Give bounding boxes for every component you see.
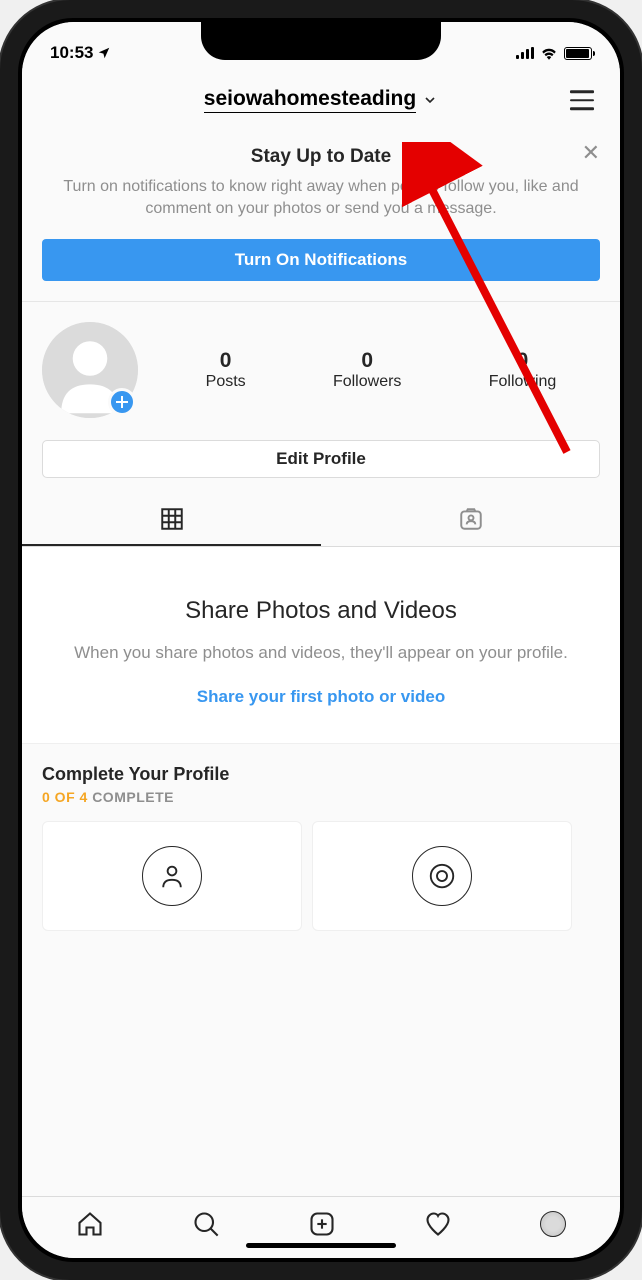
grid-icon bbox=[159, 506, 185, 532]
banner-title: Stay Up to Date bbox=[42, 146, 600, 168]
complete-profile-title: Complete Your Profile bbox=[42, 764, 600, 785]
chevron-down-icon bbox=[422, 92, 438, 108]
complete-profile-progress: 0 OF 4 COMPLETE bbox=[42, 789, 600, 805]
profile-header: seiowahomesteading bbox=[22, 72, 620, 128]
tab-grid[interactable] bbox=[22, 494, 321, 546]
edit-profile-button[interactable]: Edit Profile bbox=[42, 440, 600, 478]
camera-circle-icon bbox=[412, 846, 472, 906]
empty-title: Share Photos and Videos bbox=[52, 597, 590, 625]
empty-posts-state: Share Photos and Videos When you share p… bbox=[22, 547, 620, 743]
wifi-icon bbox=[540, 46, 558, 60]
home-icon bbox=[76, 1210, 104, 1238]
location-arrow-icon bbox=[97, 46, 111, 60]
add-photo-badge[interactable] bbox=[108, 388, 136, 416]
nav-search[interactable] bbox=[184, 1202, 228, 1246]
tab-tagged[interactable] bbox=[321, 494, 620, 546]
battery-icon bbox=[564, 47, 592, 60]
hamburger-menu-button[interactable] bbox=[566, 86, 598, 114]
home-indicator[interactable] bbox=[246, 1243, 396, 1248]
search-icon bbox=[192, 1210, 220, 1238]
nav-profile[interactable] bbox=[532, 1203, 574, 1245]
notification-banner: ✕ Stay Up to Date Turn on notifications … bbox=[22, 128, 620, 302]
banner-text: Turn on notifications to know right away… bbox=[42, 176, 600, 221]
stat-posts[interactable]: 0 Posts bbox=[206, 349, 246, 391]
stat-followers[interactable]: 0 Followers bbox=[333, 349, 401, 391]
username-switcher[interactable]: seiowahomesteading bbox=[204, 87, 438, 113]
profile-avatar-icon bbox=[540, 1211, 566, 1237]
person-outline-icon bbox=[142, 846, 202, 906]
turn-on-notifications-button[interactable]: Turn On Notifications bbox=[42, 239, 600, 281]
stat-following[interactable]: 0 Following bbox=[489, 349, 557, 391]
profile-completion-card[interactable] bbox=[312, 821, 572, 931]
header-username: seiowahomesteading bbox=[204, 87, 416, 113]
profile-avatar[interactable] bbox=[42, 322, 138, 418]
empty-text: When you share photos and videos, they'l… bbox=[52, 641, 590, 665]
nav-add-post[interactable] bbox=[300, 1202, 344, 1246]
close-banner-button[interactable]: ✕ bbox=[582, 142, 600, 164]
cellular-signal-icon bbox=[516, 47, 534, 59]
add-post-icon bbox=[308, 1210, 336, 1238]
complete-profile-section: Complete Your Profile 0 OF 4 COMPLETE bbox=[22, 743, 620, 931]
tagged-icon bbox=[458, 506, 484, 532]
nav-activity[interactable] bbox=[416, 1202, 460, 1246]
profile-tabs bbox=[22, 494, 620, 547]
bottom-navigation bbox=[22, 1196, 620, 1258]
heart-icon bbox=[424, 1210, 452, 1238]
status-time: 10:53 bbox=[50, 43, 93, 63]
profile-completion-card[interactable] bbox=[42, 821, 302, 931]
share-first-link[interactable]: Share your first photo or video bbox=[52, 687, 590, 707]
nav-home[interactable] bbox=[68, 1202, 112, 1246]
profile-stats-row: 0 Posts 0 Followers 0 Following bbox=[22, 302, 620, 426]
